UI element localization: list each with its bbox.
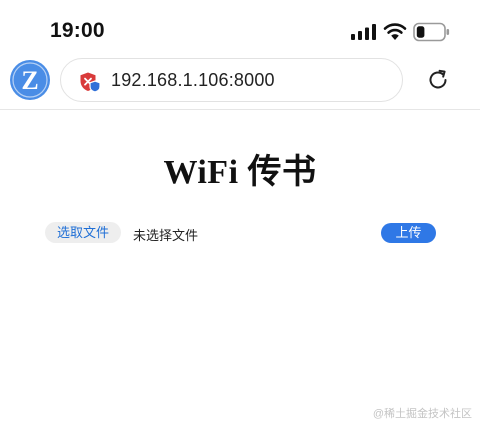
status-bar: 19:00 xyxy=(0,0,480,54)
shield-icon[interactable] xyxy=(79,71,101,93)
upload-button[interactable]: 上传 xyxy=(381,223,436,243)
browser-logo-letter: Z xyxy=(21,66,38,95)
file-status-text: 未选择文件 xyxy=(133,228,199,243)
browser-page: 19:00 Z 192.168.1.106:8000 WiFi 传书 选取文件 … xyxy=(0,0,480,429)
battery-icon xyxy=(413,22,450,42)
watermark: @稀土掘金技术社区 xyxy=(372,408,472,420)
browser-logo-icon: Z xyxy=(12,62,48,98)
battery-fill xyxy=(416,26,425,38)
status-time: 19:00 xyxy=(50,19,105,42)
reload-icon[interactable] xyxy=(425,67,451,93)
wifi-icon xyxy=(383,23,407,40)
browser-logo[interactable]: Z xyxy=(10,60,50,100)
browser-toolbar: Z 192.168.1.106:8000 xyxy=(0,54,480,110)
signal-icon xyxy=(351,24,376,40)
choose-file-button[interactable]: 选取文件 xyxy=(45,222,122,243)
page-title: WiFi 传书 xyxy=(163,154,317,191)
url-text[interactable]: 192.168.1.106:8000 xyxy=(111,70,275,91)
address-bar[interactable]: 192.168.1.106:8000 xyxy=(60,58,403,102)
